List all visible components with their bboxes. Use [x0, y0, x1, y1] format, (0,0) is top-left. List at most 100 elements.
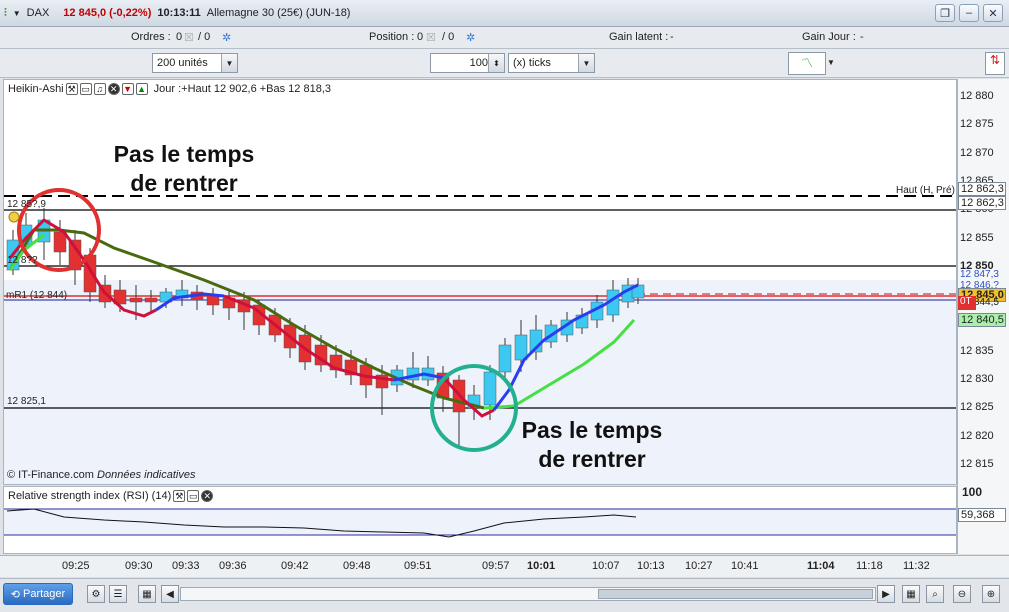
- data-note: Données indicatives: [97, 469, 196, 481]
- window-icon[interactable]: ▭: [187, 490, 200, 502]
- copyright-note: © IT-Finance.com Données indicatives: [7, 469, 195, 481]
- zoom-in-icon[interactable]: ⊕: [982, 585, 1000, 603]
- stepper-icon[interactable]: ⬍: [488, 54, 504, 72]
- tool-button[interactable]: ⚙: [87, 585, 105, 603]
- time-label: 10:07: [592, 560, 620, 572]
- orders-value: 0: [176, 31, 183, 43]
- close-icon[interactable]: ✕: [107, 83, 120, 95]
- scroll-left-button[interactable]: ◀: [161, 585, 179, 603]
- close-icon[interactable]: ☒: [426, 31, 436, 44]
- chevron-down-icon[interactable]: ▼: [578, 54, 594, 72]
- wrench-icon[interactable]: ⚒: [173, 490, 186, 502]
- rsi-header: Relative strength index (RSI) (14) ⚒ ▭ ✕: [8, 489, 214, 503]
- chart-type-button[interactable]: 〽: [788, 52, 826, 75]
- rsi-title[interactable]: Relative strength index (RSI) (14): [8, 490, 171, 502]
- orders-label: Ordres :: [131, 31, 171, 43]
- candle-body: [53, 231, 67, 253]
- ma-tag: 12 840,5: [958, 313, 1006, 327]
- time-label: 10:41: [731, 560, 759, 572]
- time-label: 09:57: [482, 560, 510, 572]
- restore-button[interactable]: ❐: [935, 4, 955, 22]
- time-label: 11:18: [856, 560, 883, 572]
- annotation-bottom: Pas le temps de rentrer: [516, 416, 668, 474]
- orders-value-2: / 0: [198, 31, 211, 43]
- symbol-label[interactable]: DAX: [27, 7, 50, 19]
- ticks-select[interactable]: (x) ticks ▼: [508, 53, 595, 73]
- indicator-name[interactable]: Heikin-Ashi: [8, 83, 64, 95]
- price-axis-label: 12 855: [960, 231, 994, 244]
- instrument-label: Allemagne 30 (25€) (JUN-18): [206, 7, 351, 19]
- line-label-top: 12 85?,9: [7, 199, 46, 210]
- grid-button[interactable]: ▦: [138, 585, 156, 603]
- settings-icon[interactable]: ✲: [222, 31, 231, 44]
- annotation-bottom-line1: Pas le temps: [521, 417, 663, 443]
- scroll-right-button[interactable]: ▶: [877, 585, 895, 603]
- chevron-down-icon[interactable]: ▼: [827, 58, 835, 67]
- time-label: 11:32: [903, 560, 930, 572]
- position-label: Position :: [369, 31, 415, 43]
- quantity-stepper[interactable]: 100 ⬍: [430, 53, 505, 73]
- rsi-panel[interactable]: Relative strength index (RSI) (14) ⚒ ▭ ✕: [3, 486, 957, 554]
- copyright-text: © IT-Finance.com: [7, 469, 94, 481]
- chart-band: [4, 280, 956, 484]
- trade-icon[interactable]: ⇅: [985, 52, 1005, 75]
- zoom-out-icon[interactable]: ⊖: [953, 585, 971, 603]
- title-bar: ⫶ ▼ DAX 12 845,0 (-0,22%) 10:13:11 Allem…: [0, 0, 1009, 27]
- time-label: 10:27: [685, 560, 713, 572]
- scrollbar-thumb[interactable]: [598, 589, 873, 599]
- price-axis-label: 12 875: [960, 118, 994, 131]
- zoom-fit-icon[interactable]: ⌕: [926, 585, 944, 603]
- time-axis[interactable]: 09:25 09:30 09:33 09:36 09:42 09:48 09:5…: [0, 555, 1009, 577]
- candle-body: [129, 297, 143, 303]
- minimize-button[interactable]: –: [959, 4, 979, 22]
- haut-tag-1: 12 862,3: [958, 182, 1006, 196]
- list-button[interactable]: ☰: [109, 585, 127, 603]
- down-arrow-icon[interactable]: ▼: [121, 83, 134, 95]
- price-axis-label: 12 870: [960, 146, 994, 159]
- candle-body: [144, 297, 158, 303]
- window-icon[interactable]: ▭: [79, 83, 92, 95]
- settings-icon[interactable]: ✲: [466, 31, 475, 44]
- time-label: 09:33: [172, 560, 200, 572]
- time-label: 11:04: [807, 560, 835, 572]
- up-arrow-icon[interactable]: ▲: [135, 83, 148, 95]
- dropdown-icon[interactable]: ▼: [13, 9, 21, 18]
- scrollbar[interactable]: [180, 587, 876, 601]
- chart-icon[interactable]: ⫶: [4, 7, 7, 20]
- rsi-value-tag: 59,368: [958, 508, 1006, 522]
- annotation-top-line1: Pas le temps: [113, 141, 255, 167]
- time-label: 09:30: [125, 560, 153, 572]
- quantity-value: 100: [469, 57, 488, 69]
- rsi-level-label: 100: [962, 485, 983, 499]
- price-axis-label: 12 825: [960, 401, 994, 414]
- price-axis-label: 12 815: [960, 457, 994, 470]
- daily-info: Jour :+Haut 12 902,6 +Bas 12 818,3: [153, 83, 331, 95]
- price-axis-label: 12 880: [960, 90, 994, 102]
- haut-tag-2: 12 862,3: [958, 196, 1006, 210]
- share-label: Partager: [23, 588, 66, 600]
- share-icon: ⟲: [10, 588, 20, 601]
- gain-latent-label: Gain latent :: [609, 31, 669, 43]
- wrench-icon[interactable]: ⚒: [65, 83, 78, 95]
- close-icon[interactable]: ☒: [184, 31, 194, 44]
- mr1-label: mR1 (12 844): [6, 290, 68, 301]
- close-icon[interactable]: ✕: [201, 490, 214, 502]
- gain-jour-label: Gain Jour :: [802, 31, 856, 43]
- time-label: 09:51: [404, 560, 432, 572]
- grid-toggle-button[interactable]: ▦: [902, 585, 920, 603]
- bell-icon[interactable]: ♫: [93, 83, 106, 95]
- chevron-down-icon[interactable]: ▼: [221, 54, 237, 72]
- price-chart[interactable]: Heikin-Ashi ⚒ ▭ ♫ ✕ ▼ ▲ Jour :+Haut 12 9…: [3, 79, 957, 485]
- order-toolbar: 200 unités ▼ 100 ⬍ (x) ticks ▼ 〽 ▼ ⇅: [0, 49, 1009, 78]
- ticks-select-value: (x) ticks: [513, 57, 551, 69]
- price-axis-label: 12 830: [960, 373, 994, 385]
- annotation-top-line2: de rentrer: [130, 170, 238, 196]
- time-label: 09:25: [62, 560, 90, 572]
- line-label-mid: 12 8??: [7, 255, 38, 266]
- units-select[interactable]: 200 unités ▼: [152, 53, 238, 73]
- close-button[interactable]: ✕: [983, 4, 1003, 22]
- units-select-value: 200 unités: [157, 57, 208, 69]
- ot-tag: 0T: [958, 296, 976, 310]
- share-button[interactable]: ⟲ Partager: [3, 583, 73, 605]
- time-label: 10:01: [527, 560, 556, 572]
